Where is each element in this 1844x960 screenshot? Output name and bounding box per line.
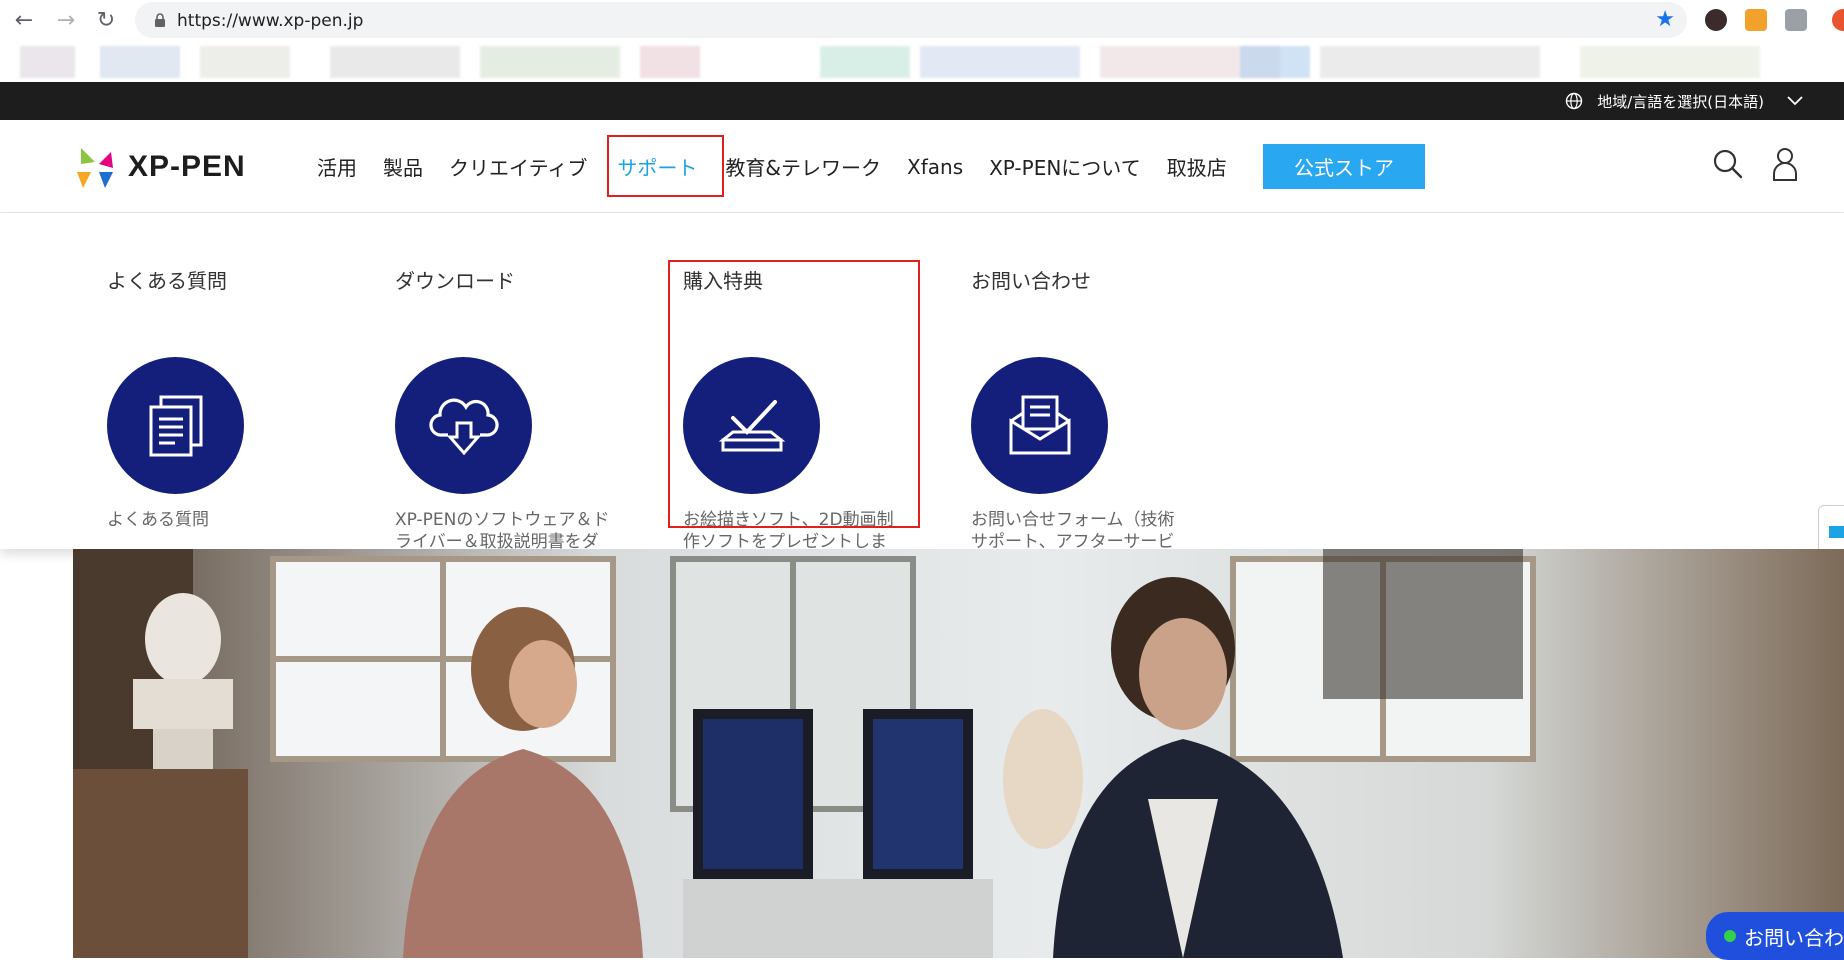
extension-icon[interactable] [1745,9,1767,31]
column-title: ダウンロード [395,269,515,293]
bookmark-blur[interactable] [920,46,1080,78]
bookmark-blur[interactable] [100,46,180,78]
profile-extension-icon[interactable] [1705,9,1727,31]
menu-column-contact[interactable]: お問い合わせ お問い合せフォーム（技術サポート、アフターサービス、購入相談など） [971,265,1201,574]
address-bar[interactable]: https://www.xp-pen.jp ★ [135,2,1687,38]
column-description: よくある質問 [107,510,209,530]
nav-item-creative[interactable]: クリエイティブ [449,152,587,181]
menu-column-download[interactable]: ダウンロード XP-PENのソフトウェア＆ドライバー＆取扱説明書をダウンロード [395,265,625,574]
site-header: XP-PEN 活用 製品 クリエイティブ サポート 教育&テレワーク Xfans… [0,120,1844,213]
contact-float-label: お問い合わせ [1744,925,1844,950]
camera-extension-icon[interactable] [1785,9,1807,31]
cloud-download-icon [428,398,499,455]
url-text: https://www.xp-pen.jp [177,11,364,31]
support-highlight-box [607,135,724,197]
bookmark-blur[interactable] [20,46,75,78]
nav-item-katsuyou[interactable]: 活用 [317,152,357,181]
reload-button[interactable]: ↻ [94,8,118,33]
column-title: よくある質問 [107,269,227,293]
bookmark-blur[interactable] [1320,46,1540,78]
bookmark-blur[interactable] [1240,46,1310,78]
online-status-dot [1724,930,1736,942]
search-icon[interactable] [1712,148,1744,180]
bookmarks-bar [0,40,1844,82]
browser-toolbar: ← → ↻ https://www.xp-pen.jp ★ [0,0,1844,40]
bookmark-blur[interactable] [480,46,620,78]
language-selector[interactable]: 地域/言語を選択(日本語) [1565,82,1804,120]
user-icon[interactable] [1771,146,1799,182]
bookmark-star-icon[interactable]: ★ [1655,7,1675,32]
bookmark-blur[interactable] [330,46,460,78]
nav-item-about[interactable]: XP-PENについて [989,152,1141,181]
bookmark-blur[interactable] [640,46,700,78]
faq-circle[interactable] [107,357,244,494]
document-icon [149,395,202,456]
forward-button[interactable]: → [54,8,78,33]
official-store-button[interactable]: 公式ストア [1263,144,1425,189]
top-utility-bar: 地域/言語を選択(日本語) [0,82,1844,120]
bookmark-blur[interactable] [820,46,910,78]
logo-text: XP-PEN [128,150,246,183]
bookmark-blur[interactable] [1580,46,1760,78]
nav-item-retailers[interactable]: 取扱店 [1167,152,1227,181]
xp-pen-logo[interactable]: XP-PEN [73,142,288,194]
back-button[interactable]: ← [12,8,36,33]
bookmark-blur[interactable] [200,46,290,78]
lock-icon [155,13,165,27]
main-nav: 活用 製品 クリエイティブ サポート 教育&テレワーク Xfans XP-PEN… [317,120,1253,213]
purchase-bonus-highlight-box [668,260,920,528]
download-circle[interactable] [395,357,532,494]
menu-column-faq[interactable]: よくある質問 よくある質問 [107,265,337,530]
chevron-down-icon [1787,96,1803,106]
avatar[interactable] [1832,9,1844,31]
nav-item-products[interactable]: 製品 [383,152,423,181]
logo-mark-icon [77,148,113,188]
contact-circle[interactable] [971,357,1108,494]
globe-icon [1566,92,1583,110]
hero-image [73,549,1844,958]
nav-item-education[interactable]: 教育&テレワーク [725,152,881,181]
nav-item-xfans[interactable]: Xfans [907,155,963,179]
mail-icon [1829,526,1844,538]
mail-envelope-icon [1009,395,1070,454]
language-label: 地域/言語を選択(日本語) [1597,92,1764,111]
hero-photo [73,549,1844,958]
contact-float-button[interactable]: お問い合わせ [1706,912,1844,960]
support-dropdown-menu: よくある質問 よくある質問 ダウンロード XP-PENのソフトウェア＆ドライバー… [0,213,1844,574]
column-title: お問い合わせ [971,269,1091,293]
